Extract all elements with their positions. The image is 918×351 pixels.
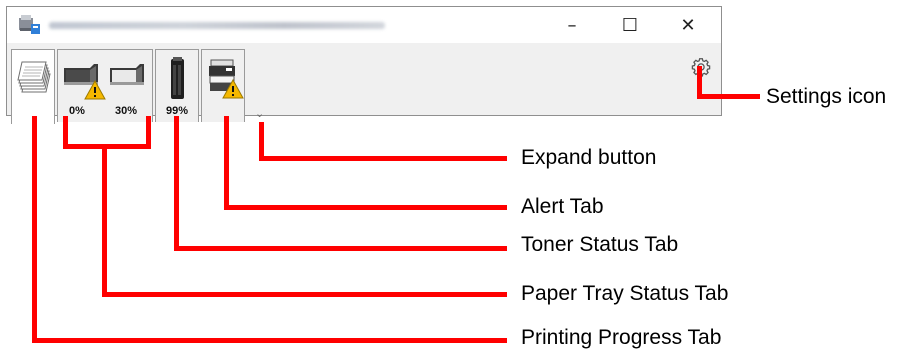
title-bar: – ☐ ✕: [7, 7, 721, 43]
callout-line-toner: [174, 116, 179, 251]
callout-line-settings-h: [697, 94, 760, 99]
callout-line-alert: [224, 116, 229, 210]
label-toner-status-tab: Toner Status Tab: [521, 233, 679, 256]
tray-1-percentage: 0%: [69, 105, 85, 117]
document-stack-icon: [17, 61, 51, 93]
maximize-button[interactable]: ☐: [607, 7, 653, 43]
expand-button[interactable]: ⌄: [255, 109, 264, 120]
tab-toner-status[interactable]: 99%: [155, 49, 199, 122]
callout-line-paper-h: [102, 292, 507, 297]
label-paper-tray-status-tab: Paper Tray Status Tab: [521, 282, 729, 305]
close-button[interactable]: ✕: [665, 7, 711, 43]
callout-line-expand: [259, 122, 264, 160]
window-title-blurred: [49, 22, 385, 29]
tab-paper-tray-status[interactable]: 0% 30%: [57, 49, 153, 122]
printer-app-icon: [19, 15, 40, 34]
tab-printing-progress[interactable]: [11, 49, 55, 124]
warning-icon: [222, 79, 244, 99]
callout-line-alert-h: [224, 205, 507, 210]
tray-2-percentage: 30%: [115, 105, 138, 117]
callout-line-printing: [32, 116, 37, 342]
label-printing-progress-tab: Printing Progress Tab: [521, 326, 722, 349]
warning-icon: [84, 80, 106, 100]
label-expand-button: Expand button: [521, 146, 657, 169]
label-alert-tab: Alert Tab: [521, 195, 604, 218]
callout-line-expand-h: [259, 156, 507, 161]
paper-tray-2-icon: [110, 64, 144, 85]
tab-alert[interactable]: [201, 49, 245, 122]
callout-line-toner-h: [174, 246, 507, 251]
callout-line-paper-top: [63, 144, 151, 149]
status-monitor-window: – ☐ ✕ 0% 30% 99% ⌄: [6, 6, 722, 124]
status-panel: 0% 30% 99% ⌄: [7, 43, 721, 124]
callout-line-printing-h: [32, 338, 507, 343]
minimize-button[interactable]: –: [549, 7, 595, 43]
label-settings-icon: Settings icon: [766, 85, 887, 108]
callout-line-paper: [102, 144, 107, 296]
toner-cartridge-icon: [171, 57, 184, 99]
